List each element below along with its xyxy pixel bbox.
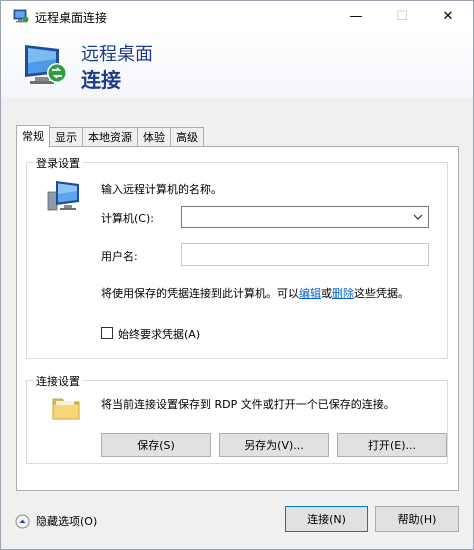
login-settings-group: 登录设置 输入远程计算机的名称。 计算机(C): 用户名: 将使用保存的凭据连接…: [26, 155, 448, 359]
remote-desktop-window: 远程桌面连接 — ☐ ✕ 远程桌面 连接 常规 显示 本地资源 体验 高级 登录…: [0, 0, 474, 550]
always-ask-credentials-label[interactable]: 始终要求凭据(A): [118, 326, 200, 342]
saved-credentials-suffix: 这些凭据。: [354, 287, 409, 300]
open-button[interactable]: 打开(E)...: [337, 433, 447, 457]
saved-credentials-text: 将使用保存的凭据连接到此计算机。可以编辑或删除这些凭据。: [101, 285, 409, 301]
login-settings-legend: 登录设置: [33, 155, 83, 171]
username-field[interactable]: [181, 243, 429, 266]
header-title-line1: 远程桌面: [81, 44, 153, 65]
edit-credentials-link[interactable]: 编辑: [299, 287, 321, 300]
save-as-button[interactable]: 另存为(V)...: [219, 433, 329, 457]
username-label: 用户名:: [101, 250, 138, 263]
connection-description: 将当前连接设置保存到 RDP 文件或打开一个已保存的连接。: [101, 398, 395, 411]
maximize-button[interactable]: ☐: [379, 1, 425, 31]
title-bar[interactable]: 远程桌面连接 — ☐ ✕: [1, 1, 473, 31]
delete-credentials-link[interactable]: 删除: [332, 287, 354, 300]
save-button[interactable]: 保存(S): [101, 433, 211, 457]
tab-advanced[interactable]: 高级: [170, 127, 204, 147]
tab-strip: 常规 显示 本地资源 体验 高级: [16, 125, 204, 147]
always-ask-credentials-checkbox[interactable]: [101, 327, 113, 339]
connect-button[interactable]: 连接(N): [285, 506, 368, 532]
tab-experience[interactable]: 体验: [137, 127, 171, 147]
tab-local-resources[interactable]: 本地资源: [82, 127, 138, 147]
remote-desktop-logo-icon: [25, 45, 67, 84]
connection-settings-group: 连接设置 将当前连接设置保存到 RDP 文件或打开一个已保存的连接。 保存(S)…: [26, 373, 448, 464]
minimize-button[interactable]: —: [333, 1, 379, 31]
remote-desktop-icon: [13, 9, 29, 23]
computer-icon: [47, 181, 79, 211]
hide-options-label[interactable]: 隐藏选项(O): [36, 513, 97, 529]
window-title: 远程桌面连接: [35, 11, 108, 25]
tab-display[interactable]: 显示: [49, 127, 83, 147]
header-title-line2: 连接: [81, 68, 121, 92]
hide-options-toggle[interactable]: 隐藏选项(O): [15, 513, 97, 529]
saved-credentials-or: 或: [321, 287, 332, 300]
connection-settings-legend: 连接设置: [33, 373, 83, 389]
tab-general[interactable]: 常规: [16, 125, 50, 147]
login-instruction: 输入远程计算机的名称。: [101, 183, 222, 196]
close-button[interactable]: ✕: [425, 1, 471, 31]
header-banner: 远程桌面 连接: [1, 31, 473, 97]
help-button[interactable]: 帮助(H): [375, 506, 459, 532]
collapse-up-icon[interactable]: [15, 514, 30, 529]
folder-icon: [52, 398, 80, 420]
computer-label: 计算机(C):: [101, 212, 154, 225]
chevron-down-icon[interactable]: [412, 210, 424, 224]
saved-credentials-prefix: 将使用保存的凭据连接到此计算机。可以: [101, 287, 299, 300]
computer-combobox[interactable]: [181, 206, 429, 228]
general-tab-panel: 登录设置 输入远程计算机的名称。 计算机(C): 用户名: 将使用保存的凭据连接…: [16, 146, 459, 491]
